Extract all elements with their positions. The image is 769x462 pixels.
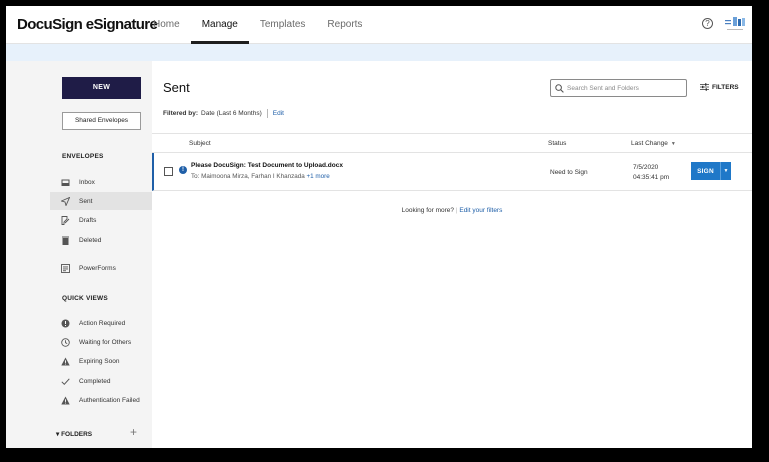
clock-icon: [61, 337, 70, 347]
quick-view-label: Action Required: [79, 319, 126, 327]
filter-value: Date (Last 6 Months): [201, 110, 262, 117]
sign-button-label: SIGN: [697, 167, 714, 175]
page-title: Sent: [163, 80, 190, 95]
active-filter-summary: Filtered by: Date (Last 6 Months) Edit: [163, 109, 284, 118]
powerforms-icon: [61, 263, 70, 273]
filters-label: FILTERS: [712, 83, 739, 91]
trash-icon: [61, 236, 70, 245]
quick-view-waiting-for-others[interactable]: Waiting for Others: [50, 333, 152, 351]
last-change-date: 7/5/2020: [633, 164, 659, 171]
row-checkbox[interactable]: [164, 167, 173, 176]
warning-triangle-icon: [61, 357, 70, 366]
sort-descending-icon: ▼: [670, 141, 676, 147]
warning-triangle-icon: [61, 396, 70, 405]
more-prompt: Looking for more?: [401, 207, 455, 214]
main-content: Sent FILTERS Filtered by: Date (Last 6 M…: [152, 61, 752, 448]
search-input[interactable]: [567, 84, 682, 92]
chevron-down-icon[interactable]: ▼: [720, 162, 731, 180]
column-subject[interactable]: Subject: [189, 140, 211, 147]
edit-filter-link[interactable]: Edit: [273, 110, 284, 117]
sidebar-item-label: PowerForms: [79, 264, 116, 272]
envelopes-heading: ENVELOPES: [62, 153, 104, 160]
quick-view-label: Completed: [79, 377, 111, 385]
quick-views-heading: QUICK VIEWS: [62, 295, 108, 302]
table-header: Subject Status Last Change ▼: [152, 133, 752, 153]
sidebar-item-sent[interactable]: Sent: [50, 192, 152, 210]
divider: |: [455, 207, 458, 214]
divider: [266, 109, 268, 118]
search-icon: [555, 83, 564, 93]
recipients-list: To: Maimoona Mirza, Farhan I Khanzada: [191, 173, 305, 180]
column-status[interactable]: Status: [548, 140, 566, 147]
shared-envelopes-button[interactable]: Shared Envelopes: [62, 112, 141, 130]
looking-for-more: Looking for more? | Edit your filters: [152, 207, 752, 214]
more-recipients-link[interactable]: +1 more: [307, 173, 330, 180]
sidebar-item-deleted[interactable]: Deleted: [50, 231, 152, 249]
app-logo[interactable]: DocuSign eSignature: [17, 16, 158, 33]
filter-prefix: Filtered by:: [163, 110, 199, 117]
main-nav: Home Manage Templates Reports: [142, 6, 373, 44]
quick-view-label: Expiring Soon: [79, 357, 120, 365]
quick-view-expiring-soon[interactable]: Expiring Soon: [50, 352, 152, 370]
last-change-time: 04:35:41 pm: [633, 174, 670, 181]
sidebar-item-label: Inbox: [79, 178, 95, 186]
sidebar: NEW Shared Envelopes ENVELOPES Inbox Sen…: [6, 61, 152, 448]
add-folder-button[interactable]: +: [130, 425, 137, 439]
app-window: DocuSign eSignature Home Manage Template…: [6, 6, 752, 448]
edit-filters-link[interactable]: Edit your filters: [459, 207, 502, 214]
nav-home[interactable]: Home: [142, 6, 191, 44]
quick-view-completed[interactable]: Completed: [50, 372, 152, 390]
nav-templates[interactable]: Templates: [249, 6, 317, 44]
table-row[interactable]: ! Please DocuSign: Test Document to Uplo…: [152, 153, 752, 191]
nav-reports[interactable]: Reports: [316, 6, 373, 44]
quick-view-authentication-failed[interactable]: Authentication Failed: [50, 391, 152, 409]
sidebar-item-label: Drafts: [79, 216, 97, 224]
info-alert-icon: !: [179, 166, 187, 174]
envelope-status: Need to Sign: [550, 169, 588, 176]
info-banner: [6, 44, 752, 61]
filters-button[interactable]: FILTERS: [700, 83, 739, 91]
last-change-timestamp: 7/5/2020 04:35:41 pm: [633, 163, 669, 183]
sign-button[interactable]: SIGN ▼: [691, 162, 731, 180]
quick-view-label: Authentication Failed: [79, 396, 140, 404]
sidebar-item-drafts[interactable]: Drafts: [50, 211, 152, 229]
quick-view-label: Waiting for Others: [79, 338, 132, 346]
send-icon: [61, 196, 70, 206]
nav-manage[interactable]: Manage: [190, 6, 249, 44]
sidebar-item-powerforms[interactable]: PowerForms: [50, 259, 152, 277]
sidebar-item-label: Deleted: [79, 236, 102, 244]
inbox-icon: [61, 178, 70, 187]
new-button[interactable]: NEW: [62, 77, 141, 99]
top-header: DocuSign eSignature Home Manage Template…: [6, 6, 752, 44]
draft-icon: [61, 215, 70, 225]
envelope-recipients: To: Maimoona Mirza, Farhan I Khanzada +1…: [191, 173, 330, 180]
alert-circle-icon: [61, 319, 70, 328]
sidebar-item-inbox[interactable]: Inbox: [50, 173, 152, 191]
checkmark-icon: [61, 377, 70, 386]
filter-sliders-icon: [700, 83, 709, 91]
question-circle-icon[interactable]: ?: [702, 18, 713, 29]
folders-toggle[interactable]: ▾ FOLDERS: [56, 430, 92, 438]
company-logo-icon[interactable]: [724, 15, 746, 33]
column-last-change-label: Last Change: [631, 140, 668, 147]
envelope-subject[interactable]: Please DocuSign: Test Document to Upload…: [191, 162, 343, 169]
screenshot-frame: DocuSign eSignature Home Manage Template…: [0, 0, 769, 462]
column-last-change[interactable]: Last Change ▼: [631, 140, 676, 147]
sidebar-item-label: Sent: [79, 197, 93, 205]
quick-view-action-required[interactable]: Action Required: [50, 314, 152, 332]
search-box[interactable]: [550, 79, 687, 97]
